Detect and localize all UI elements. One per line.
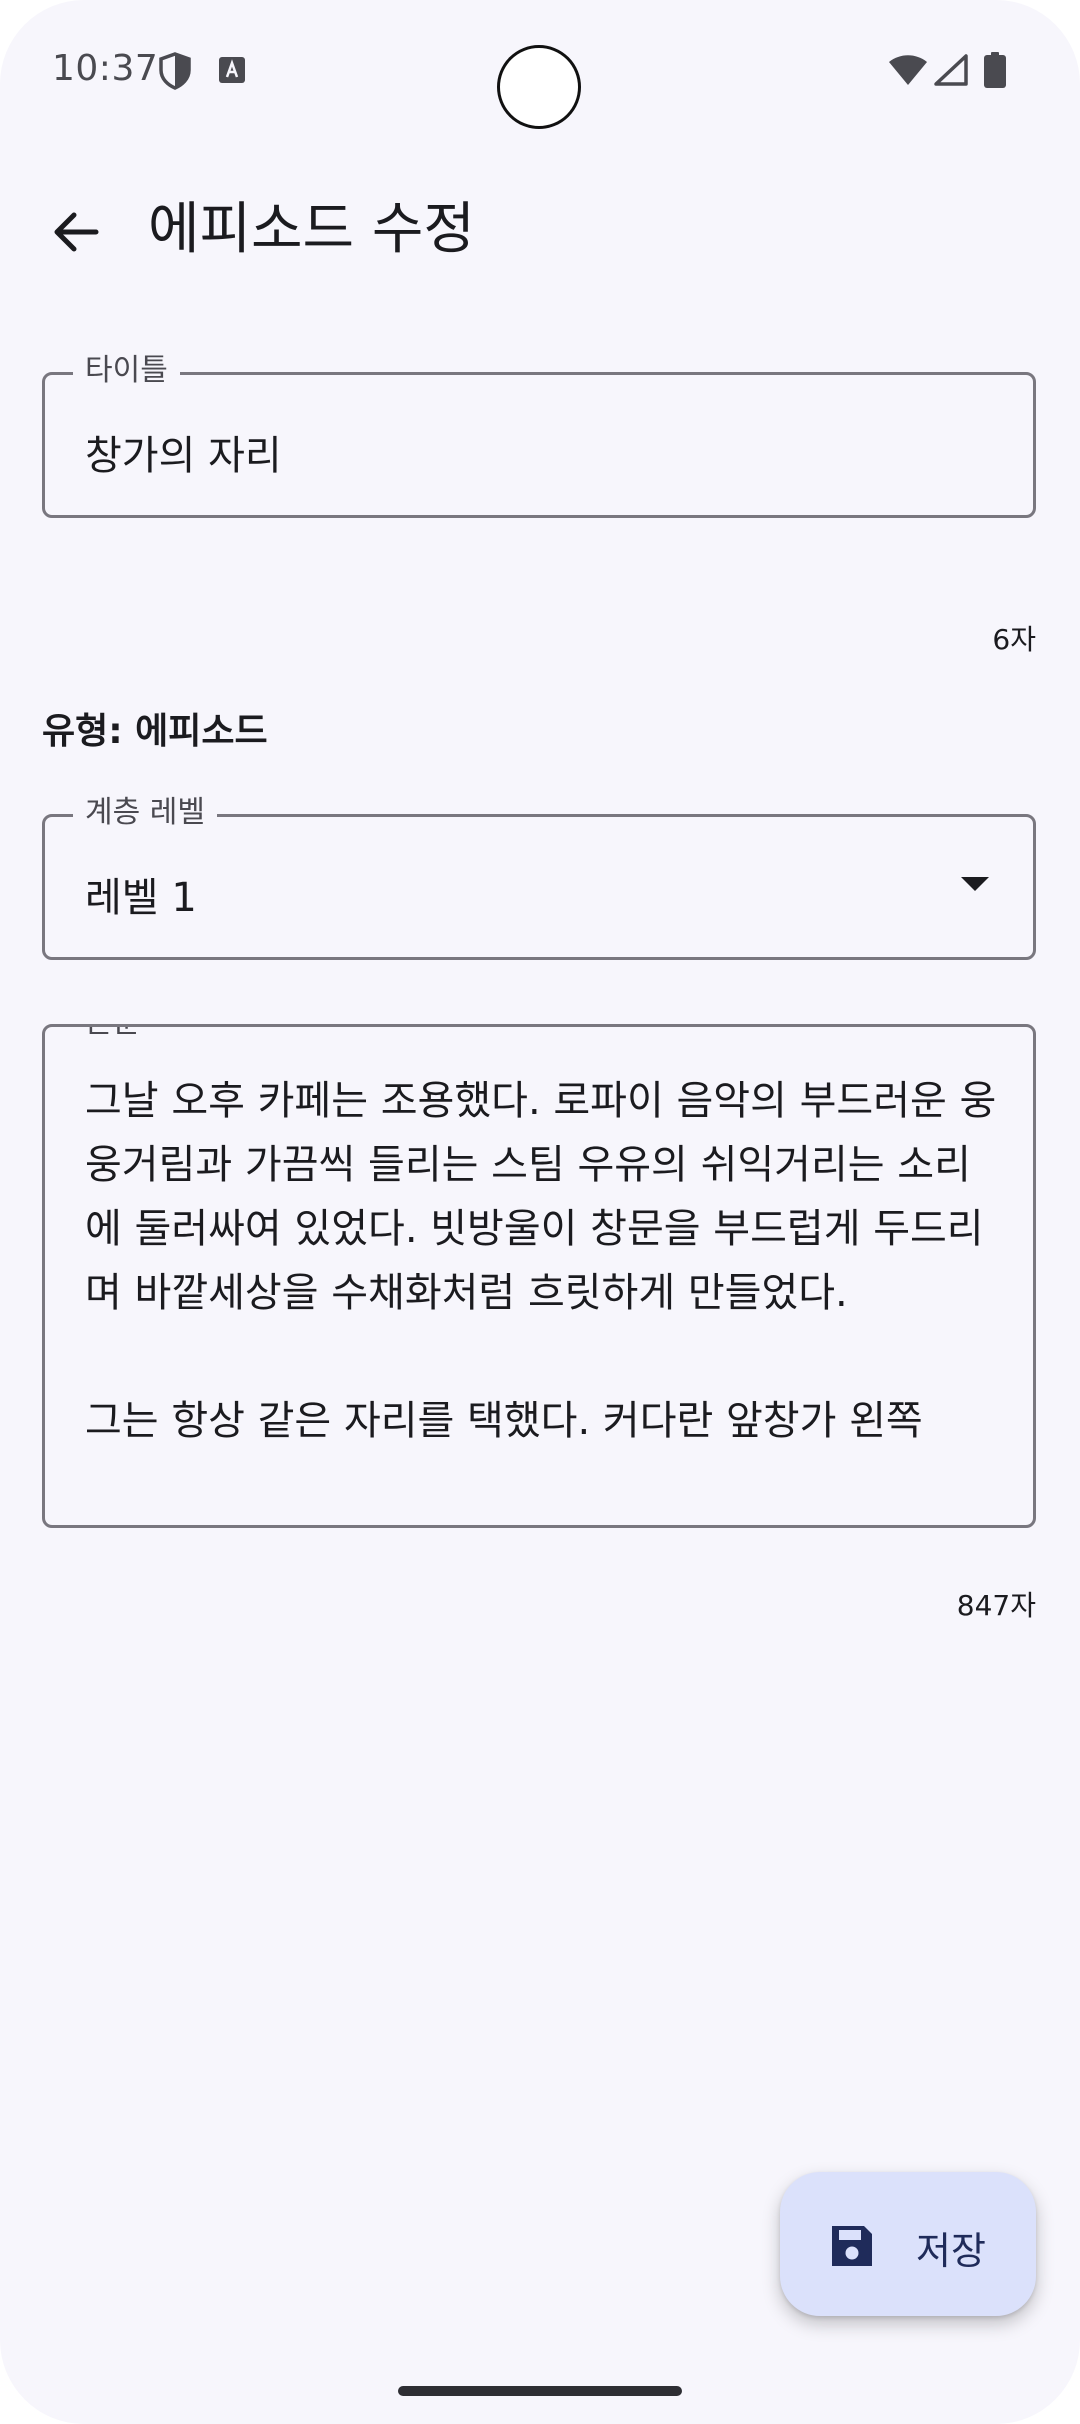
- title-field[interactable]: 타이틀 창가의 자리: [42, 351, 1036, 518]
- level-dropdown-value: 레벨 1: [85, 875, 197, 921]
- save-button[interactable]: 저장: [780, 2172, 1036, 2316]
- body-field[interactable]: 본문 그날 오후 카페는 조용했다. 로파이 음악의 부드러운 웅웅거림과 가끔…: [42, 1024, 1036, 1528]
- body-field-value: 그날 오후 카페는 조용했다. 로파이 음악의 부드러운 웅웅거림과 가끔씩 들…: [85, 1078, 997, 1444]
- signal-icon: [934, 54, 968, 86]
- title-char-counter: 6자: [992, 623, 1036, 656]
- level-dropdown[interactable]: 계층 레벨 레벨 1: [42, 793, 1036, 960]
- battery-icon: [984, 52, 1006, 88]
- arrow-left-icon: [54, 212, 99, 252]
- level-dropdown-label: 계층 레벨: [73, 793, 217, 833]
- home-indicator[interactable]: [398, 2386, 682, 2396]
- app-bar: 에피소드 수정: [0, 170, 1080, 290]
- back-button[interactable]: [40, 196, 112, 268]
- status-time: 10:37: [52, 48, 159, 89]
- title-field-label: 타이틀: [73, 351, 180, 391]
- dropdown-arrow-icon: [961, 877, 989, 891]
- body-char-counter: 847자: [956, 1589, 1036, 1622]
- shield-icon: [159, 52, 191, 90]
- save-button-label: 저장: [916, 2229, 986, 2273]
- text-a-icon: [219, 57, 245, 83]
- title-field-value: 창가의 자리: [85, 433, 282, 479]
- status-bar: 10:37: [0, 0, 1080, 140]
- wifi-icon: [889, 55, 927, 85]
- camera-cutout: [497, 45, 581, 129]
- body-field-label: 본문: [73, 1027, 153, 1043]
- screen: 10:37 에피소드 수정 타이틀 창가의 자리 6자 유형: 에피소드 계층 …: [0, 0, 1080, 2424]
- type-label: 유형: 에피소드: [42, 711, 268, 752]
- save-icon: [832, 2226, 872, 2266]
- page-title: 에피소드 수정: [148, 197, 475, 262]
